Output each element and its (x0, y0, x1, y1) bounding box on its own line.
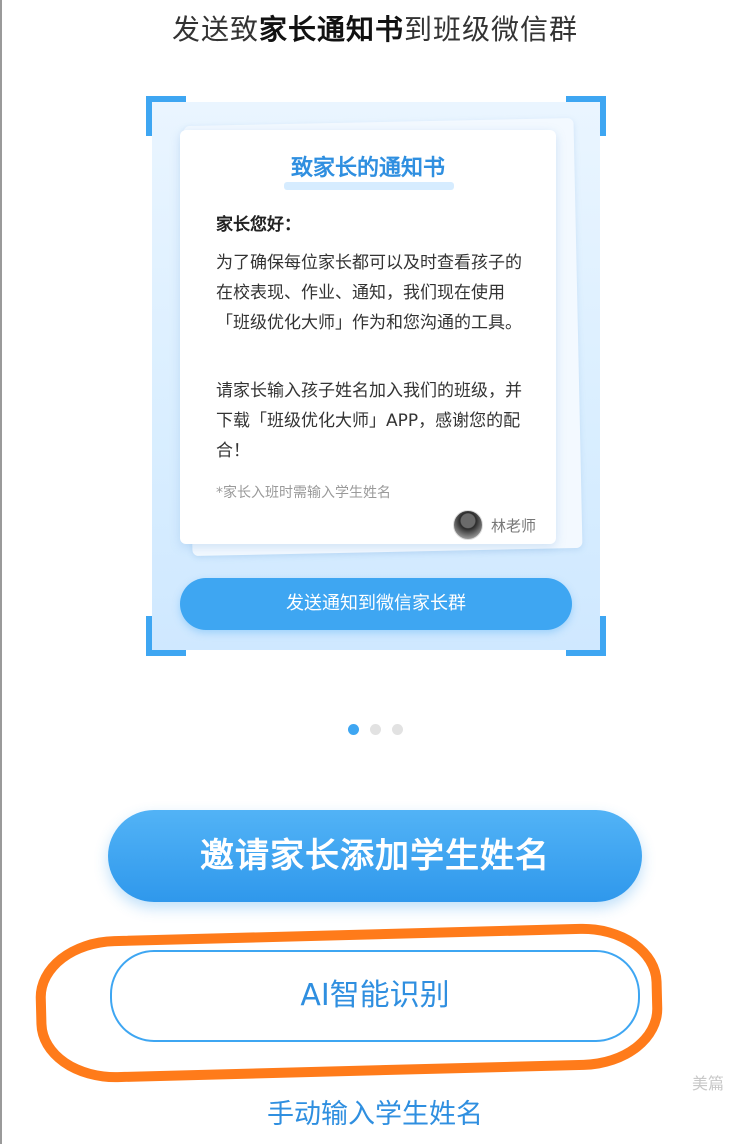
carousel-dot-2[interactable] (370, 724, 381, 735)
manual-input-link[interactable]: 手动输入学生姓名 (0, 1092, 750, 1131)
letter-paragraph-1: 为了确保每位家长都可以及时查看孩子的在校表现、作业、通知，我们现在使用「班级优化… (216, 253, 522, 333)
carousel-indicator (348, 724, 414, 735)
watermark: 美篇 (691, 1074, 724, 1093)
letter-greeting: 家长您好： (216, 215, 301, 235)
carousel-dot-1[interactable] (348, 724, 359, 735)
letter-note: *家长入班时需输入学生姓名 (216, 485, 391, 501)
letter-paragraph-2: 请家长输入孩子姓名加入我们的班级，并下载「班级优化大师」APP，感谢您的配合！ (216, 381, 522, 461)
ai-recognition-button[interactable]: AI智能识别 (110, 950, 640, 1042)
title-suffix: 到班级微信群 (404, 13, 579, 46)
title-bold: 家长通知书 (258, 13, 404, 46)
page-title: 发送致家长通知书到班级微信群 (0, 8, 750, 48)
carousel-dot-3[interactable] (392, 724, 403, 735)
signature-name: 林老师 (490, 516, 536, 535)
notice-card: 致家长的通知书 家长您好： 为了确保每位家长都可以及时查看孩子的在校表现、作业、… (146, 96, 606, 656)
letter-title: 致家长的通知书 (290, 156, 445, 181)
corner-bottom-right (566, 616, 606, 656)
avatar (452, 510, 483, 540)
invite-parents-button[interactable]: 邀请家长添加学生姓名 (108, 810, 642, 902)
title-prefix: 发送致 (171, 13, 259, 46)
title-underline (284, 182, 454, 190)
notice-letter: 致家长的通知书 家长您好： 为了确保每位家长都可以及时查看孩子的在校表现、作业、… (180, 130, 556, 544)
corner-top-left (146, 96, 186, 136)
corner-bottom-left (146, 616, 186, 656)
letter-signature: 林老师 (452, 510, 536, 540)
send-notice-button[interactable]: 发送通知到微信家长群 (180, 578, 572, 630)
